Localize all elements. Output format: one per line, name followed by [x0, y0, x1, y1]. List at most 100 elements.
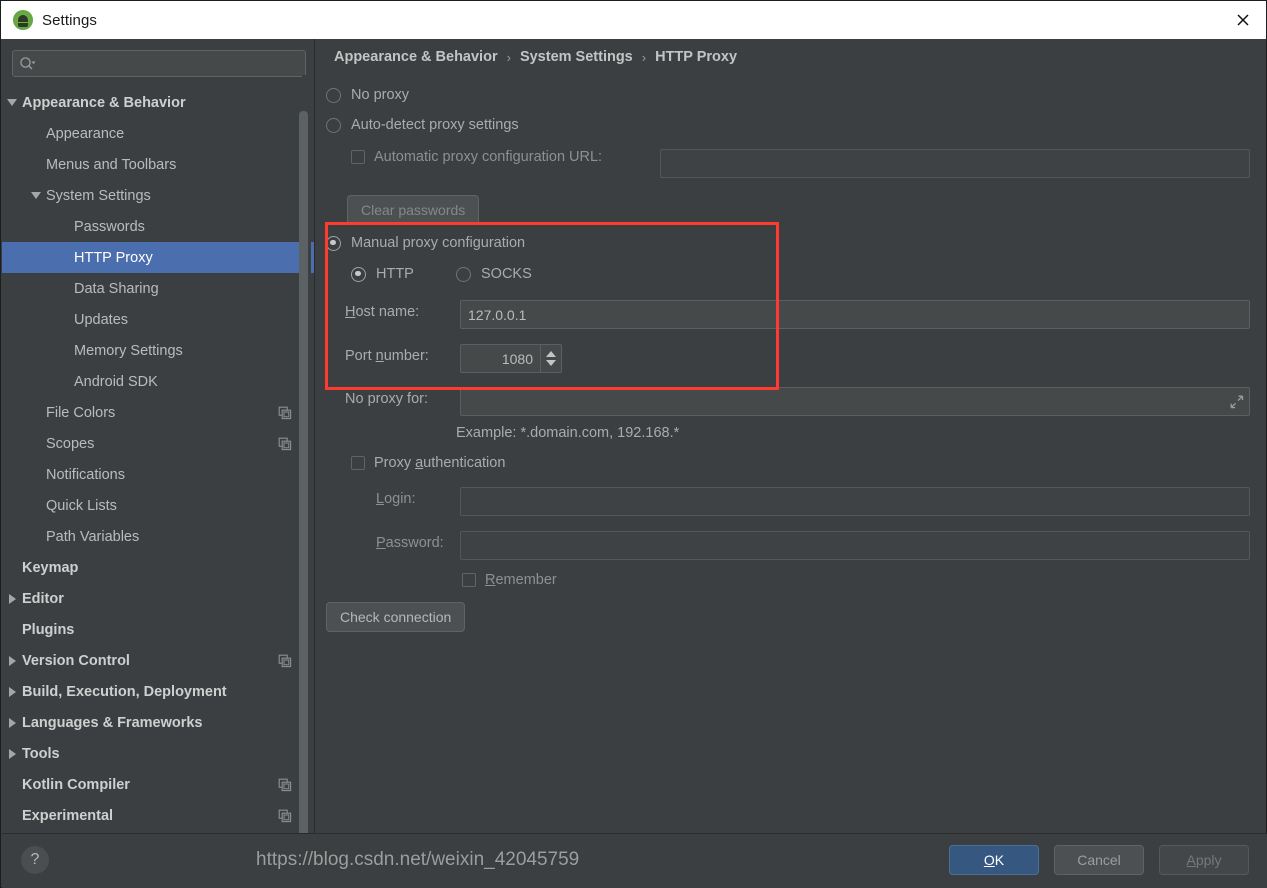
no-proxy-option[interactable]: No proxy	[326, 87, 409, 103]
sidebar-item-scopes[interactable]: Scopes	[2, 428, 314, 459]
sidebar-item-data-sharing[interactable]: Data Sharing	[2, 273, 314, 304]
apply-mnemonic: A	[1186, 852, 1196, 868]
sidebar-item-appearance[interactable]: Appearance	[2, 118, 314, 149]
host-name-input[interactable]	[460, 300, 1250, 329]
no-proxy-example-hint: Example: *.domain.com, 192.168.*	[456, 425, 680, 441]
chevron-down-icon[interactable]	[546, 360, 556, 366]
sidebar-item-memory-settings[interactable]: Memory Settings	[2, 335, 314, 366]
sidebar-item-label: Appearance & Behavior	[22, 94, 186, 111]
protocol-socks-radio[interactable]	[456, 266, 471, 282]
no-proxy-for-label: No proxy for:	[345, 391, 428, 407]
sidebar-item-build-execution-deployment[interactable]: Build, Execution, Deployment	[2, 676, 314, 707]
sidebar-item-label: Version Control	[22, 652, 130, 669]
auto-config-url-row[interactable]: Automatic proxy configuration URL:	[351, 149, 602, 165]
chevron-up-icon[interactable]	[546, 351, 556, 357]
protocol-http-option[interactable]: HTTP	[351, 266, 414, 282]
search-icon	[19, 56, 37, 72]
search-input[interactable]	[37, 55, 299, 72]
auto-detect-radio[interactable]	[326, 117, 341, 133]
auto-config-url-input[interactable]	[660, 149, 1250, 178]
sidebar-item-tools[interactable]: Tools	[2, 738, 314, 769]
sidebar-item-notifications[interactable]: Notifications	[2, 459, 314, 490]
sidebar-item-languages-frameworks[interactable]: Languages & Frameworks	[2, 707, 314, 738]
chevron-right-icon[interactable]	[2, 583, 22, 614]
no-proxy-for-label-text: No proxy for:	[345, 391, 428, 407]
sidebar-item-updates[interactable]: Updates	[2, 304, 314, 335]
sidebar-item-label: File Colors	[46, 404, 116, 421]
password-input[interactable]	[460, 531, 1250, 560]
sidebar-item-label: Editor	[22, 590, 64, 607]
sidebar-item-experimental[interactable]: Experimental	[2, 800, 314, 831]
sidebar-item-system-settings[interactable]: System Settings	[2, 180, 314, 211]
password-label-text: assword:	[385, 535, 444, 551]
chevron-right-icon[interactable]	[2, 738, 22, 769]
login-input[interactable]	[460, 487, 1250, 516]
sidebar-item-label: Scopes	[46, 435, 95, 452]
no-proxy-for-input[interactable]	[460, 387, 1250, 416]
sidebar-item-passwords[interactable]: Passwords	[2, 211, 314, 242]
help-icon[interactable]: ?	[21, 846, 49, 874]
proxy-authentication-checkbox[interactable]	[351, 456, 365, 470]
android-studio-icon	[13, 10, 33, 30]
settings-tree: Appearance & Behavior Appearance Menus and…	[2, 87, 314, 831]
chevron-right-icon[interactable]	[2, 645, 22, 676]
search-box[interactable]	[12, 50, 306, 77]
ok-button[interactable]: OK	[949, 845, 1039, 875]
clear-passwords-button[interactable]: Clear passwords	[347, 195, 480, 225]
sidebar-item-kotlin-compiler[interactable]: Kotlin Compiler	[2, 769, 314, 800]
sidebar-item-http-proxy[interactable]: HTTP Proxy	[2, 242, 314, 273]
sidebar-item-label: Keymap	[22, 559, 79, 576]
port-number-label-pre: Port	[345, 348, 376, 364]
sidebar-item-menus-and-toolbars[interactable]: Menus and Toolbars	[2, 149, 314, 180]
no-proxy-radio[interactable]	[326, 87, 341, 103]
sidebar-item-plugins[interactable]: Plugins	[2, 614, 314, 645]
sidebar-item-label: HTTP Proxy	[74, 249, 153, 266]
port-number-stepper[interactable]	[460, 344, 562, 373]
chevron-down-icon[interactable]	[2, 87, 22, 118]
protocol-socks-label: SOCKS	[481, 266, 532, 282]
sidebar-scrollbar-thumb[interactable]	[299, 111, 308, 833]
protocol-http-radio[interactable]	[351, 266, 366, 282]
sidebar-item-label: Build, Execution, Deployment	[22, 683, 227, 700]
sidebar-item-version-control[interactable]: Version Control	[2, 645, 314, 676]
port-number-spin-buttons[interactable]	[540, 344, 562, 373]
chevron-right-icon[interactable]	[2, 676, 22, 707]
apply-button[interactable]: Apply	[1159, 845, 1249, 875]
sidebar-item-quick-lists[interactable]: Quick Lists	[2, 490, 314, 521]
expand-icon[interactable]	[1229, 394, 1245, 410]
sidebar-item-label: Android SDK	[74, 373, 158, 390]
auto-detect-option[interactable]: Auto-detect proxy settings	[326, 117, 519, 133]
login-label: Login:	[376, 491, 416, 507]
sidebar-scrollbar-track[interactable]	[299, 75, 311, 833]
proxy-authentication-row[interactable]: Proxy authentication	[351, 455, 505, 471]
auto-config-url-checkbox[interactable]	[351, 150, 365, 164]
host-name-label: Host name:	[345, 304, 419, 320]
protocol-socks-option[interactable]: SOCKS	[456, 266, 532, 282]
sidebar-item-label: System Settings	[46, 187, 151, 204]
manual-proxy-option[interactable]: Manual proxy configuration	[326, 235, 525, 251]
chevron-down-icon[interactable]	[26, 180, 46, 211]
cancel-button[interactable]: Cancel	[1054, 845, 1144, 875]
check-connection-button[interactable]: Check connection	[326, 602, 466, 632]
host-name-label-text: ost name:	[355, 304, 420, 320]
close-icon[interactable]	[1220, 1, 1266, 39]
chevron-right-icon[interactable]	[2, 707, 22, 738]
sidebar-item-keymap[interactable]: Keymap	[2, 552, 314, 583]
remember-checkbox[interactable]	[462, 573, 476, 587]
remember-row[interactable]: Remember	[462, 572, 557, 588]
port-number-input[interactable]	[460, 344, 540, 373]
sidebar-item-editor[interactable]: Editor	[2, 583, 314, 614]
sidebar-item-android-sdk[interactable]: Android SDK	[2, 366, 314, 397]
sidebar-item-label: Passwords	[74, 218, 145, 235]
manual-proxy-radio[interactable]	[326, 235, 341, 251]
port-number-label-post: umber:	[383, 348, 429, 364]
sidebar-item-path-variables[interactable]: Path Variables	[2, 521, 314, 552]
sidebar-item-file-colors[interactable]: File Colors	[2, 397, 314, 428]
no-proxy-for-field-wrap[interactable]	[460, 387, 1250, 416]
sidebar-item-appearance-behavior[interactable]: Appearance & Behavior	[2, 87, 314, 118]
